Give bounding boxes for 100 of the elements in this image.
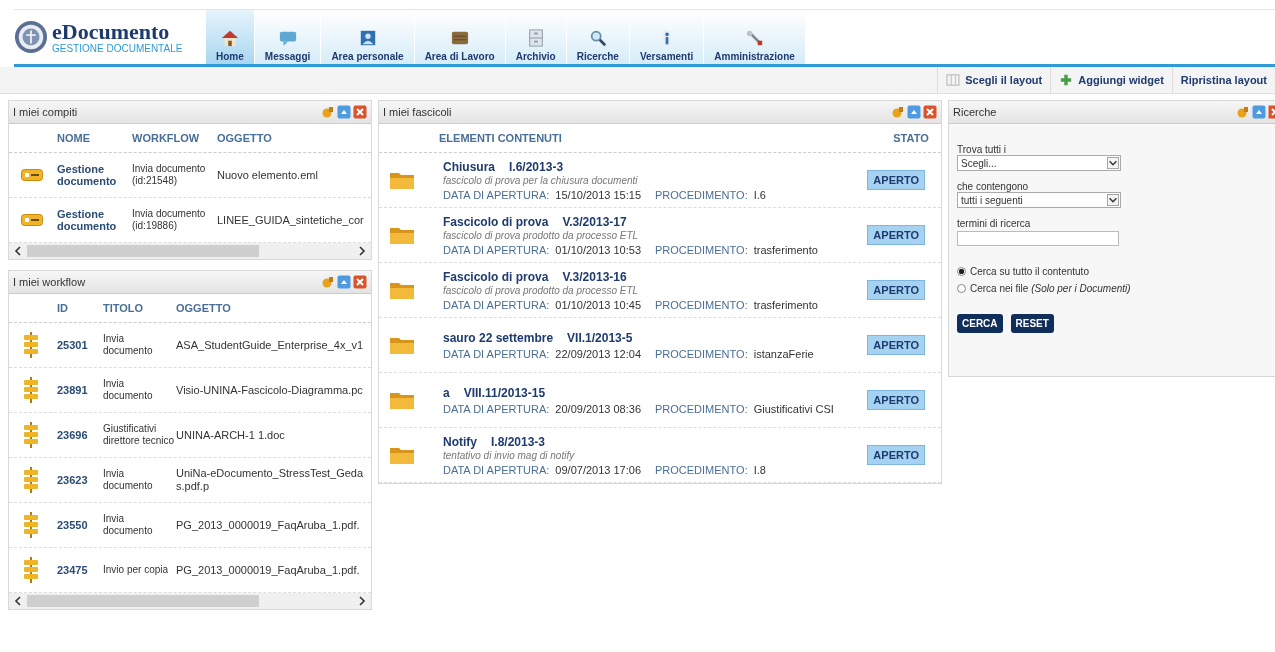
collapse-icon[interactable] [337,105,351,119]
close-icon[interactable] [1268,105,1275,119]
date-label: DATA DI APERTURA: [443,243,550,256]
procedure-value: trasferimento [753,298,818,311]
scroll-right-icon[interactable] [357,246,367,256]
table-cell-text: Invia documento [103,513,154,537]
table-cell-text: 23623 [57,474,89,486]
signpost-icon [23,512,39,538]
table-cell-text: 23475 [57,564,89,576]
date-label: DATA DI APERTURA: [443,188,550,201]
signpost-icon [23,467,39,493]
scrollbar-thumb[interactable] [27,595,259,607]
folder-name[interactable]: Fascicolo di prova [443,214,549,229]
close-icon[interactable] [353,105,367,119]
scroll-left-icon[interactable] [13,596,23,606]
key-icon[interactable] [891,105,905,119]
radio-button[interactable] [957,267,966,276]
date-label: DATA DI APERTURA: [443,463,550,476]
table-cell-text: Invia documento [103,468,154,492]
table-cell-text: Invia documento (id:19886) [132,208,207,232]
folder-icon [389,390,415,410]
document-type-dropdown[interactable]: Scegli... [957,155,1121,171]
folder-description: tentativo di invio mag di notify [443,449,576,461]
app-name: eDocumento [52,20,171,43]
table-cell-text: LINEE_GUIDA_sintetiche_cor [217,214,365,226]
radio-label[interactable]: Cerca su tutto il contentuto [970,266,1089,277]
folder-name[interactable]: a [443,385,450,400]
status-badge: APERTO [867,280,925,300]
folder-description: fascicolo di prova prodotto da processo ETL [443,284,640,296]
folder-code: VII.1/2013-5 [567,330,633,345]
search-form-button[interactable]: CERCA [957,314,1003,333]
scroll-right-icon[interactable] [357,596,367,606]
table-cell-text: 23550 [57,519,89,531]
procedure-label: PROCEDIMENTO: [655,243,748,256]
folder-name[interactable]: Fascicolo di prova [443,269,549,284]
column-header: ELEMENTI CONTENUTI [439,132,563,144]
seal-logo-icon [14,20,48,54]
folder-name[interactable]: Chiusura [443,159,495,174]
procedure-label: PROCEDIMENTO: [655,298,748,311]
procedure-label: PROCEDIMENTO: [655,463,748,476]
table-cell-text: PG_2013_0000019_FaqAruba_1.pdf. [176,563,361,577]
column-header: OGGETTO [217,132,273,144]
panel-title: I miei compiti [13,106,78,118]
column-header: TITOLO [103,302,145,314]
match-mode-dropdown[interactable]: tutti i seguenti [957,192,1121,208]
folder-icon [389,225,415,245]
table-cell-text: PG_2013_0000019_FaqAruba_1.pdf. [176,518,361,532]
folder-code: I.6/2013-3 [509,159,564,174]
nav-tab[interactable]: Home [206,10,255,64]
key-icon[interactable] [321,105,335,119]
field-label: termini di ricerca [957,218,1032,229]
search-terms-field[interactable] [957,231,1119,246]
table-cell-text: 25301 [57,339,89,351]
column-header: STATO [892,132,930,144]
scrollbar-thumb[interactable] [27,245,259,257]
radio-button[interactable] [957,284,966,293]
signpost-icon [23,557,39,583]
folder-name[interactable]: sauro 22 settembre [443,330,554,345]
opening-date: 15/10/2013 15:15 [555,188,641,201]
table-cell-text: Gestione documento [57,208,118,232]
key-icon[interactable] [1236,105,1250,119]
folder-icon [389,445,415,465]
horizontal-scrollbar[interactable] [9,593,371,609]
column-header: ID [57,302,69,314]
table-cell-text: Gestione documento [57,163,118,187]
opening-date: 22/09/2013 12:04 [555,347,641,360]
search-form-button[interactable]: RESET [1010,314,1054,333]
scroll-left-icon[interactable] [13,246,23,256]
opening-date: 01/10/2013 10:53 [555,243,641,256]
date-label: DATA DI APERTURA: [443,347,550,360]
opening-date: 09/07/2013 17:06 [555,463,641,476]
close-icon[interactable] [923,105,937,119]
panel-title: Ricerche [953,106,997,118]
status-badge: APERTO [867,335,925,355]
panel-title: I miei workflow [13,276,86,288]
procedure-value: Giustificativi CSI [753,402,834,415]
table-cell: Giustificativi direttore tecnico [103,423,176,447]
procedure-label: PROCEDIMENTO: [655,402,748,415]
date-label: DATA DI APERTURA: [443,402,550,415]
radio-label[interactable]: Cerca nei file (Solo per i Documenti) [970,283,1131,294]
folder-icon [389,170,415,190]
folder-code: V.3/2013-16 [562,269,627,284]
key-icon[interactable] [321,275,335,289]
collapse-icon[interactable] [907,105,921,119]
signpost-icon [23,422,39,448]
folder-code: V.3/2013-17 [562,214,627,229]
column-header: NOME [57,132,91,144]
procedure-label: PROCEDIMENTO: [655,188,748,201]
folder-name[interactable]: Notify [443,434,477,449]
collapse-icon[interactable] [337,275,351,289]
task-icon [21,169,43,181]
procedure-value: I.8 [753,463,766,476]
layout-icon [946,74,961,86]
collapse-icon[interactable] [1252,105,1266,119]
folder-icon [389,335,415,355]
close-icon[interactable] [353,275,367,289]
status-badge: APERTO [867,170,925,190]
status-badge: APERTO [867,445,925,465]
folder-description: fascicolo di prova per la chiusura documenti [443,174,639,186]
horizontal-scrollbar[interactable] [9,243,371,259]
